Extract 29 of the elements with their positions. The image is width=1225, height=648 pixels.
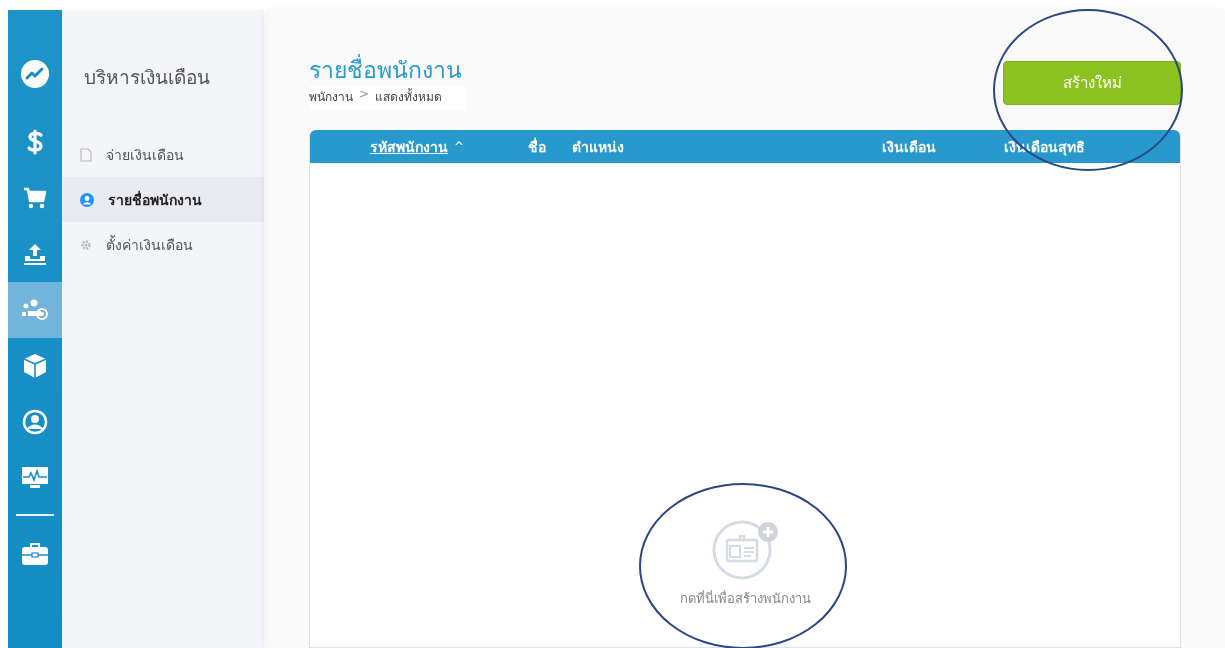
section-title: บริหารเงินเดือน [83, 65, 211, 90]
sidebar-item[interactable]: ตั้งค่าเงินเดือน [62, 222, 264, 267]
column-header[interactable]: ตำแหน่ง [572, 135, 624, 158]
dollar-icon [26, 129, 44, 155]
breadcrumb-current: แสดงทั้งหมด [375, 87, 443, 106]
chart-logo-icon[interactable] [20, 59, 50, 89]
sort-caret: ^ [454, 139, 465, 154]
user-icon [80, 192, 94, 207]
breadcrumb-link[interactable]: พนักงาน [309, 87, 353, 106]
upload-tray-icon [22, 242, 48, 266]
column-header[interactable]: เงินเดือน [882, 135, 936, 158]
nav-item[interactable] [8, 282, 62, 338]
cart-icon [23, 187, 47, 209]
gear-icon [80, 238, 92, 251]
column-header[interactable]: รหัสพนักงาน [370, 135, 448, 158]
people-icon [21, 299, 49, 321]
document-icon [80, 147, 92, 162]
create-button[interactable]: สร้างใหม่ [1003, 61, 1181, 105]
empty-state-link[interactable]: กดที่นี่เพื่อสร้างพนักงาน [679, 588, 811, 609]
breadcrumb-separator: > [359, 87, 370, 103]
page-title: รายชื่อพนักงาน [309, 54, 467, 86]
column-header[interactable]: ชื่อ [528, 135, 546, 158]
briefcase-icon [21, 542, 49, 566]
sidebar-item[interactable]: จ่ายเงินเดือน [62, 132, 264, 177]
user-circle-icon [22, 409, 48, 435]
monitor-pulse-icon [21, 466, 49, 490]
column-header[interactable]: เงินเดือนสุทธิ [1004, 135, 1085, 158]
box-icon [23, 353, 47, 379]
sidebar-item[interactable]: รายชื่อพนักงาน [62, 177, 264, 222]
